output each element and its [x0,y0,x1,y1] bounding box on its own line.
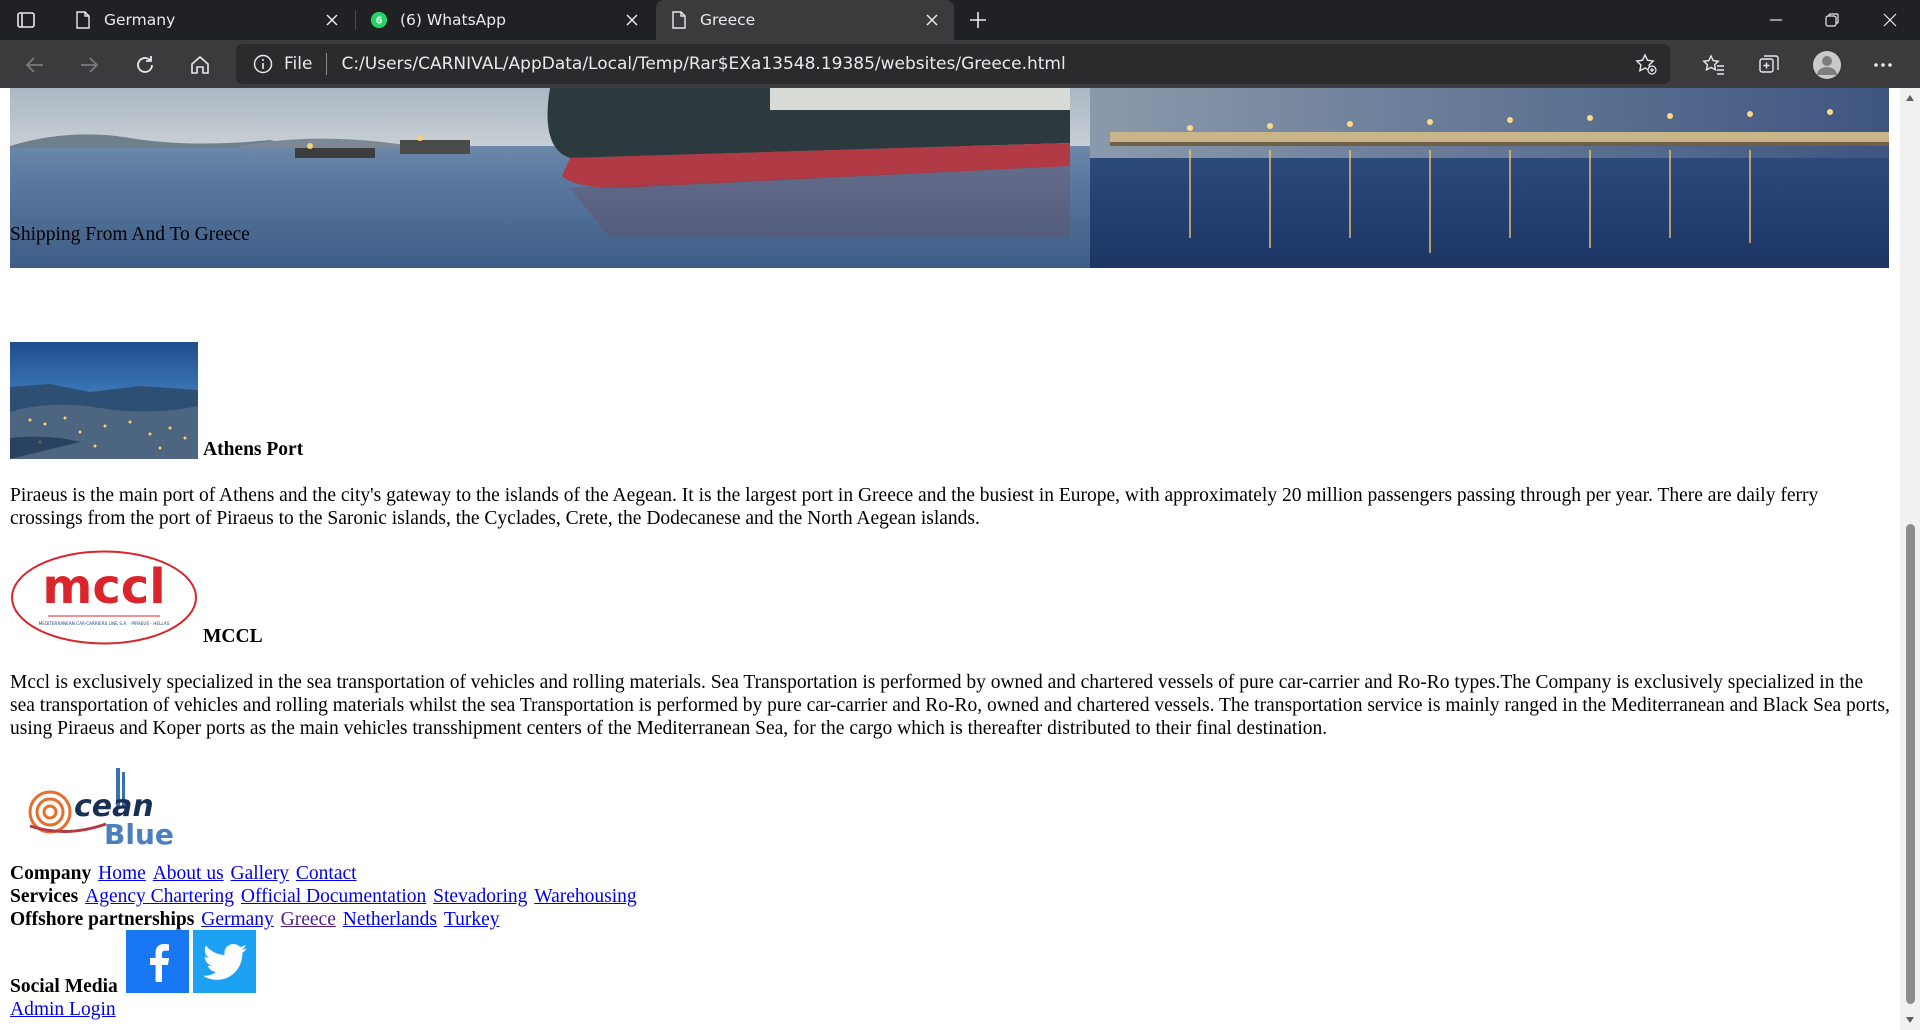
mccl-logo-text: mccl [42,559,165,615]
footer-link-greece[interactable]: Greece [281,909,336,930]
section-body-athens-port: Piraeus is the main port of Athens and t… [10,485,1819,529]
tab-germany[interactable]: Germany [60,0,354,40]
twitter-icon[interactable] [193,930,256,993]
back-arrow-icon[interactable] [18,48,52,82]
page-icon [670,11,688,29]
footer-services-label: Services [10,886,79,907]
restore-icon[interactable] [1804,0,1860,40]
footer-link-contact[interactable]: Contact [296,863,357,884]
close-icon[interactable] [922,10,942,30]
facebook-icon[interactable] [126,930,189,993]
mccl-logo: mccl MEDITERRANEAN CAR-CARRIERS LINE S.A… [10,549,198,646]
footer-link-stevadoring[interactable]: Stevadoring [433,886,527,907]
tab-greece[interactable]: Greece [656,0,954,40]
tab-label: (6) WhatsApp [400,11,506,29]
close-icon[interactable] [622,10,642,30]
scroll-up-arrow-icon[interactable] [1900,90,1920,106]
footer-offshore-row: Offshore partnerships Germany Greece Net… [10,908,499,931]
page-icon [74,11,92,29]
tab-whatsapp[interactable]: 6 (6) WhatsApp [356,0,654,40]
section-title-athens-port: Athens Port [203,439,304,460]
home-icon[interactable] [183,48,217,82]
address-url[interactable]: C:/Users/CARNIVAL/AppData/Local/Temp/Rar… [341,54,1065,74]
refresh-icon[interactable] [128,48,162,82]
address-divider [326,53,328,75]
scroll-down-arrow-icon[interactable] [1900,1012,1920,1028]
whatsapp-badge-count: 6 [376,16,383,27]
footer-company-row: Company Home About us Gallery Contact [10,862,357,885]
scroll-thumb[interactable] [1906,524,1915,1004]
new-tab-plus-icon[interactable] [966,8,990,32]
whatsapp-icon: 6 [370,11,388,29]
minimize-icon[interactable] [1748,0,1804,40]
footer-link-agency-chartering[interactable]: Agency Chartering [85,886,234,907]
section-body-mccl: Mccl is exclusively specialized in the s… [10,672,1890,739]
footer-company-label: Company [10,863,92,884]
hero-caption: Shipping From And To Greece [10,224,250,245]
footer-link-turkey[interactable]: Turkey [444,909,500,930]
footer-link-germany[interactable]: Germany [201,909,274,930]
footer-offshore-label: Offshore partnerships [10,909,195,930]
footer-link-home[interactable]: Home [98,863,146,884]
tab-actions-icon[interactable] [14,8,38,32]
profile-avatar-icon[interactable] [1810,48,1844,82]
close-window-icon[interactable] [1862,0,1918,40]
address-scheme: File [284,54,313,74]
hero-banner-image [10,88,1889,268]
ocean-blue-logo: cean Blue [26,768,188,851]
browser-toolbar: File C:/Users/CARNIVAL/AppData/Local/Tem… [0,40,1920,88]
footer-link-gallery[interactable]: Gallery [231,863,289,884]
athens-port-image [10,342,198,459]
footer-link-official-documentation[interactable]: Official Documentation [241,886,426,907]
info-icon[interactable] [252,53,274,75]
favorites-icon[interactable] [1697,48,1731,82]
browser-titlebar: Germany 6 (6) WhatsApp Greece [0,0,1920,40]
add-favorite-icon[interactable] [1634,52,1658,76]
footer-link-netherlands[interactable]: Netherlands [343,909,437,930]
section-title-mccl: MCCL [203,626,263,647]
tab-label: Greece [700,11,756,29]
collections-icon[interactable] [1752,48,1786,82]
footer-social-label: Social Media [10,976,118,997]
blue-logo-text: Blue [104,818,174,848]
forward-arrow-icon[interactable] [72,48,106,82]
tab-label: Germany [104,11,176,29]
more-menu-icon[interactable] [1866,48,1900,82]
address-bar[interactable]: File C:/Users/CARNIVAL/AppData/Local/Tem… [236,44,1670,84]
footer-link-warehousing[interactable]: Warehousing [534,886,636,907]
page-viewport: Shipping From And To Greece Athens Port … [0,88,1900,1030]
footer-services-row: Services Agency Chartering Official Docu… [10,885,637,908]
mccl-logo-subtext: MEDITERRANEAN CAR-CARRIERS LINE S.A. · P… [39,621,170,626]
close-icon[interactable] [322,10,342,30]
admin-login-link[interactable]: Admin Login [10,998,116,1021]
footer-link-about-us[interactable]: About us [153,863,224,884]
page-scrollbar[interactable] [1900,88,1920,1030]
